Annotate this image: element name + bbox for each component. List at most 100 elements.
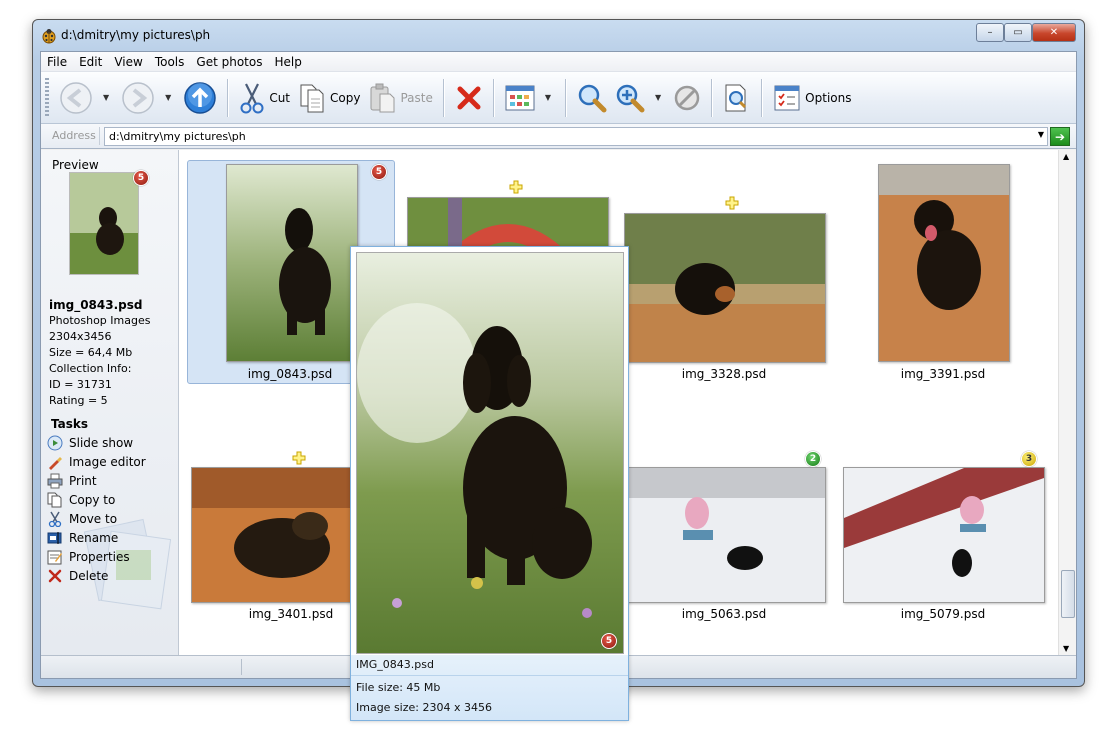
paste-button[interactable]: Paste: [364, 78, 436, 118]
task-label: Slide show: [69, 435, 134, 450]
toolbar-separator: [761, 78, 764, 117]
up-button[interactable]: [179, 78, 221, 118]
toolbar-separator: [492, 78, 495, 117]
view-mode-dropdown-icon[interactable]: ▼: [545, 93, 551, 102]
status-separator: [241, 659, 242, 675]
properties-icon: [47, 549, 63, 565]
task-print[interactable]: Print: [47, 471, 146, 490]
menu-get-photos[interactable]: Get photos: [190, 55, 268, 69]
forward-button[interactable]: [117, 78, 159, 118]
menu-file[interactable]: File: [41, 55, 73, 69]
rename-icon: [47, 530, 63, 546]
menu-tools[interactable]: Tools: [149, 55, 191, 69]
popup-divider: [351, 675, 628, 676]
address-label: Address: [49, 127, 100, 145]
task-label: Move to: [69, 511, 118, 526]
task-label: Print: [69, 473, 97, 488]
image-editor-icon: [47, 454, 63, 470]
options-button[interactable]: Options: [769, 78, 855, 118]
scissors-icon: [240, 83, 264, 113]
file-name: img_0843.psd: [49, 298, 143, 312]
thumbnail-image[interactable]: [624, 467, 826, 603]
delete-x-icon: [457, 86, 481, 109]
printer-icon: [47, 473, 63, 489]
minimize-button[interactable]: –: [976, 23, 1004, 42]
slideshow-icon: [47, 435, 63, 451]
collection-info: Collection Info:: [49, 362, 132, 375]
thumbnail-image[interactable]: [843, 467, 1045, 603]
tasks-list: Slide show Image editor Print Copy to Mo…: [47, 433, 146, 585]
menu-bar: File Edit View Tools Get photos Help: [41, 52, 1076, 72]
task-label: Delete: [69, 568, 109, 583]
toolbar: ▼ ▼ Cut Copy Paste ▼ ▼ Options: [41, 72, 1076, 124]
collection-id: ID = 31731: [49, 378, 112, 391]
toolbar-grip[interactable]: [45, 77, 49, 118]
task-delete[interactable]: Delete: [47, 566, 146, 585]
hover-preview-popup: 5 IMG_0843.psd File size: 45 Mb Image si…: [350, 246, 629, 721]
menu-view[interactable]: View: [108, 55, 148, 69]
paste-label: Paste: [400, 90, 433, 105]
preview-thumbnail[interactable]: [69, 172, 139, 275]
cut-button[interactable]: Cut: [235, 78, 294, 118]
task-properties[interactable]: Properties: [47, 547, 146, 566]
go-arrow-icon[interactable]: ➔: [1050, 127, 1070, 146]
thumbnail-image[interactable]: [226, 164, 358, 362]
delete-icon: [47, 568, 63, 584]
title-bar: d:\dmitry\my pictures\ph – ▭ ✕: [33, 20, 1084, 50]
zoom-dropdown-icon[interactable]: ▼: [655, 93, 661, 102]
task-slide-show[interactable]: Slide show: [47, 433, 146, 452]
close-button[interactable]: ✕: [1032, 23, 1076, 42]
task-label: Copy to: [69, 492, 116, 507]
maximize-button[interactable]: ▭: [1004, 23, 1032, 42]
zoom-in-button[interactable]: [611, 78, 649, 118]
scroll-down-icon[interactable]: ▼: [1063, 644, 1069, 653]
stop-icon: [674, 85, 700, 110]
copy-button[interactable]: Copy: [294, 78, 364, 118]
thumbnail-image[interactable]: [624, 213, 826, 363]
task-copy-to[interactable]: Copy to: [47, 490, 146, 509]
copy-to-icon: [47, 492, 63, 508]
plus-add-icon[interactable]: [509, 180, 523, 194]
find-button[interactable]: [719, 78, 755, 118]
up-arrow-icon: [184, 81, 217, 114]
plus-add-icon[interactable]: [725, 196, 739, 210]
task-label: Properties: [69, 549, 130, 564]
popup-preview-image: [356, 252, 624, 654]
back-arrow-icon: [60, 81, 92, 114]
plus-add-icon[interactable]: [292, 451, 306, 465]
task-move-to[interactable]: Move to: [47, 509, 146, 528]
popup-rating-badge: 5: [601, 633, 617, 649]
paste-icon: [370, 83, 395, 112]
dog-photo-image: [70, 173, 138, 274]
address-bar: Address d:\dmitry\my pictures\ph ▼ ➔: [41, 124, 1076, 149]
left-panel: Preview 5 img_0843.psd Photoshop Images …: [41, 150, 179, 655]
menu-edit[interactable]: Edit: [73, 55, 108, 69]
scroll-thumb[interactable]: [1061, 570, 1075, 618]
popup-image-size: Image size: 2304 x 3456: [356, 701, 492, 714]
thumbnail-caption: img_5063.psd: [681, 607, 767, 621]
scroll-up-icon[interactable]: ▲: [1063, 152, 1069, 161]
address-input[interactable]: d:\dmitry\my pictures\ph: [104, 127, 1048, 146]
thumbnail-caption: img_3328.psd: [681, 367, 767, 381]
magnifier-icon: [578, 84, 607, 112]
popup-info-panel: IMG_0843.psd File size: 45 Mb Image size…: [351, 655, 628, 720]
back-dropdown-icon[interactable]: ▼: [103, 93, 109, 102]
file-info: img_0843.psd Photoshop Images 2304x3456 …: [49, 297, 150, 409]
popup-file-size: File size: 45 Mb: [356, 681, 441, 694]
toolbar-separator: [565, 78, 568, 117]
copy-label: Copy: [330, 90, 361, 105]
view-mode-button[interactable]: [501, 78, 539, 118]
task-rename[interactable]: Rename: [47, 528, 146, 547]
forward-dropdown-icon[interactable]: ▼: [165, 93, 171, 102]
back-button[interactable]: [55, 78, 97, 118]
cut-label: Cut: [269, 90, 291, 105]
zoom-button[interactable]: [573, 78, 611, 118]
delete-button[interactable]: [451, 78, 487, 118]
task-image-editor[interactable]: Image editor: [47, 452, 146, 471]
thumbnail-image[interactable]: [878, 164, 1010, 362]
popup-filename: IMG_0843.psd: [356, 658, 434, 671]
vertical-scrollbar[interactable]: ▲ ▼: [1058, 150, 1076, 655]
menu-help[interactable]: Help: [268, 55, 307, 69]
stop-button[interactable]: [669, 78, 705, 118]
address-dropdown-icon[interactable]: ▼: [1038, 130, 1044, 139]
